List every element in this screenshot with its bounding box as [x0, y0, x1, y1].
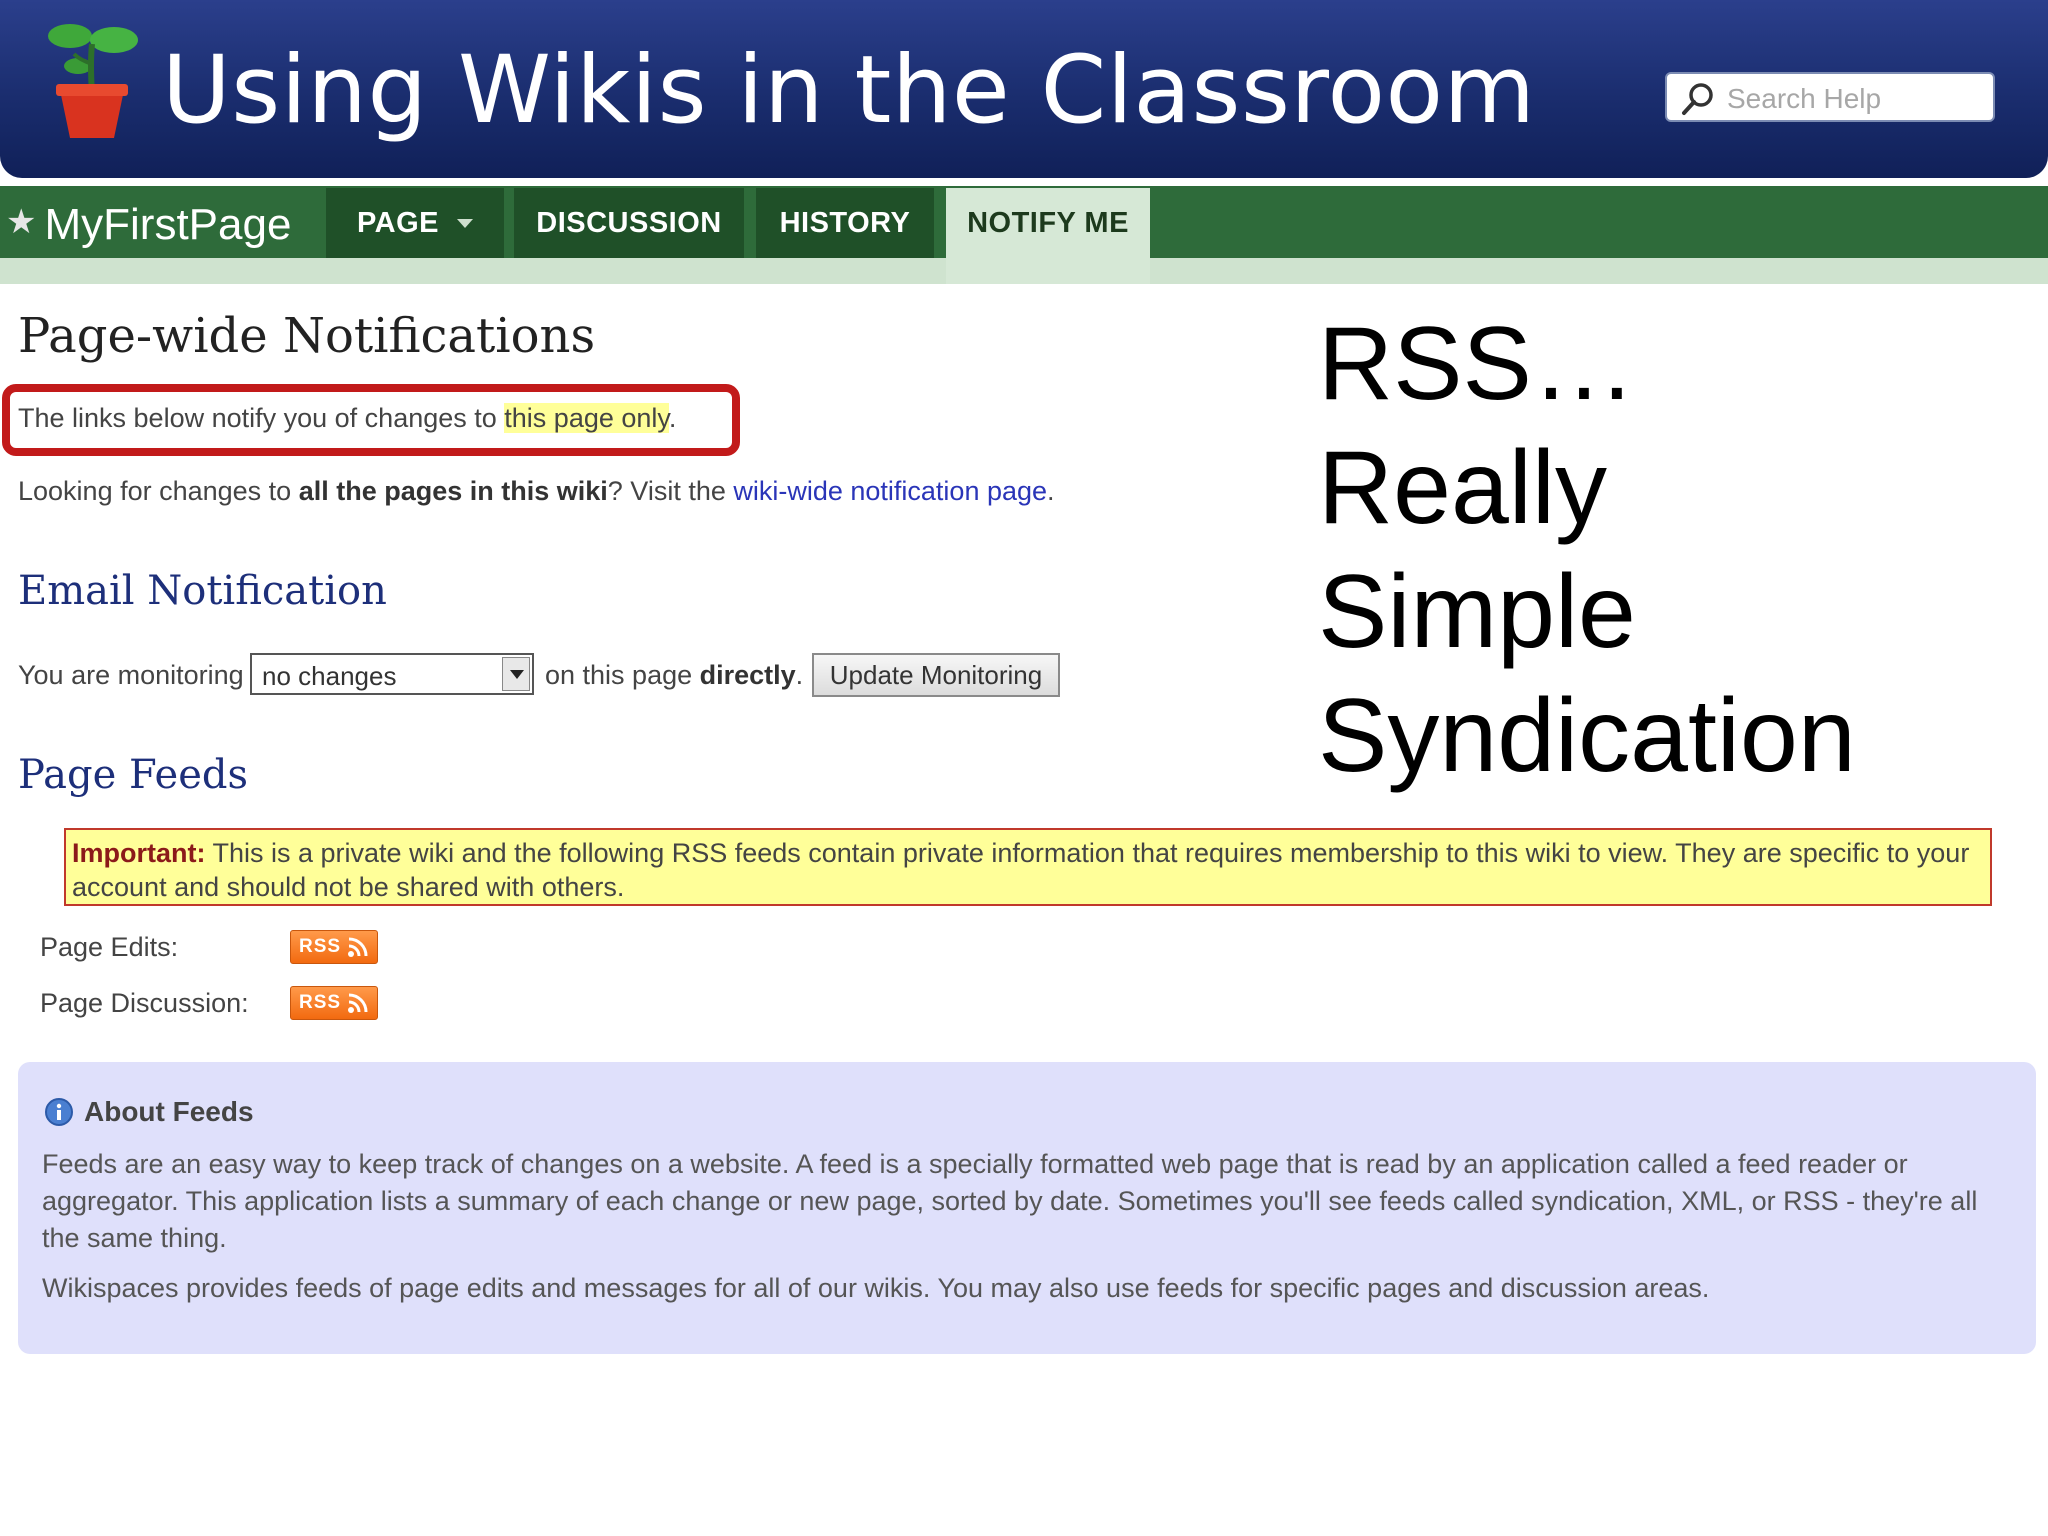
intro-highlight: this page only: [504, 403, 669, 433]
side-text-line-4: Syndication: [1318, 678, 1856, 794]
intro-text: The links below notify you of changes to…: [18, 403, 676, 434]
looking-suffix: .: [1047, 476, 1055, 506]
rss-icon: [348, 993, 368, 1013]
rss-badge-text: RSS: [299, 936, 342, 957]
tab-history[interactable]: HISTORY: [756, 188, 934, 258]
monitoring-suffix: .: [795, 660, 804, 690]
monitoring-bold: directly: [699, 660, 796, 690]
about-feeds-paragraph-1: Feeds are an easy way to keep track of c…: [42, 1149, 1978, 1253]
update-monitoring-button[interactable]: Update Monitoring: [812, 653, 1060, 697]
page-name-label: MyFirstPage: [44, 200, 292, 249]
important-label: Important:: [72, 838, 206, 868]
tab-notify-me[interactable]: NOTIFY ME: [946, 188, 1150, 284]
tab-history-label: HISTORY: [779, 206, 911, 239]
feeds-heading: Page Feeds: [18, 752, 248, 798]
looking-prefix: Looking for changes to: [18, 476, 299, 506]
looking-mid: ? Visit the: [607, 476, 734, 506]
side-text-line-1: RSS…: [1318, 306, 1636, 422]
tab-page-label: PAGE: [356, 206, 440, 239]
dropdown-arrow-icon[interactable]: [502, 657, 530, 691]
side-text-line-3: Simple: [1318, 554, 1636, 670]
intro-suffix: .: [668, 403, 677, 433]
page-discussion-label: Page Discussion:: [40, 988, 249, 1018]
wiki-wide-text: Looking for changes to all the pages in …: [18, 476, 1055, 507]
monitoring-select[interactable]: no changes: [250, 653, 534, 695]
info-icon: [45, 1098, 73, 1126]
rss-icon: [348, 937, 368, 957]
about-feeds-paragraph-2: Wikispaces provides feeds of page edits …: [42, 1273, 1710, 1303]
notifications-heading: Page-wide Notifications: [18, 308, 596, 364]
page-name[interactable]: ★ MyFirstPage: [6, 188, 291, 256]
star-icon[interactable]: ★: [6, 203, 36, 241]
page-title: Using Wikis in the Classroom: [162, 36, 1536, 145]
tab-discussion[interactable]: DISCUSSION: [514, 188, 744, 258]
intro-prefix: The links below notify you of changes to: [18, 403, 505, 433]
caret-down-icon: [457, 218, 474, 228]
search-icon: [1682, 83, 1713, 115]
search-box[interactable]: [1665, 72, 1995, 122]
page-edits-label: Page Edits:: [40, 932, 179, 962]
about-feeds-title: About Feeds: [84, 1096, 254, 1127]
important-text: This is a private wiki and the following…: [72, 838, 1970, 902]
monitoring-suffix-text: on this page directly.: [545, 660, 803, 691]
potted-plant-icon: [48, 24, 138, 138]
tab-notify-me-label: NOTIFY ME: [967, 206, 1129, 239]
page-edits-rss-button[interactable]: RSS: [290, 930, 378, 964]
monitoring-mid: on this page: [545, 660, 700, 690]
tab-discussion-label: DISCUSSION: [536, 206, 722, 239]
side-text-line-2: Really: [1318, 430, 1607, 546]
looking-bold: all the pages in this wiki: [298, 476, 608, 506]
search-input[interactable]: [1725, 80, 1989, 118]
monitoring-value: no changes: [262, 661, 397, 691]
tab-page[interactable]: PAGE: [326, 188, 504, 258]
monitoring-label: You are monitoring: [18, 660, 244, 690]
rss-badge-text: RSS: [299, 992, 342, 1013]
wiki-wide-notification-link[interactable]: wiki-wide notification page: [733, 476, 1047, 506]
email-heading: Email Notification: [18, 568, 387, 614]
important-notice: Important: This is a private wiki and th…: [64, 828, 1992, 906]
page-discussion-rss-button[interactable]: RSS: [290, 986, 378, 1020]
